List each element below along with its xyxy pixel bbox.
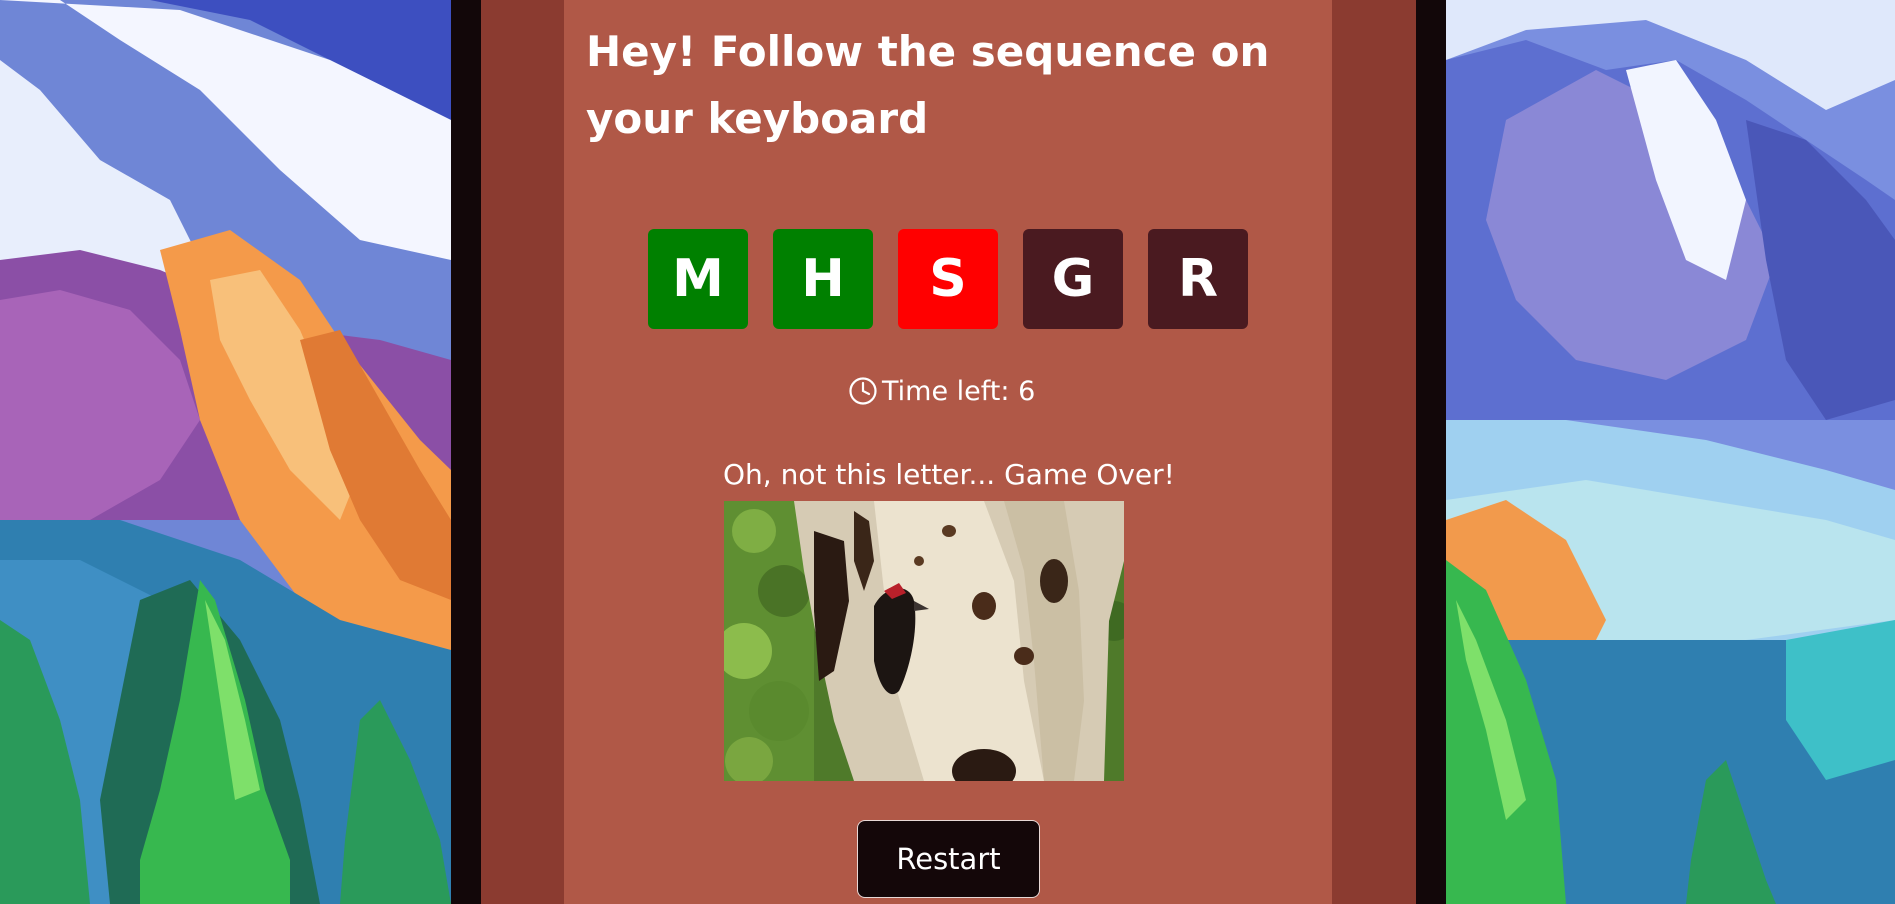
sequence-key-correct: H <box>773 229 873 329</box>
sequence-key-pending: R <box>1148 229 1248 329</box>
game-over-message: Oh, not this letter... Game Over! <box>723 458 1175 491</box>
timer: Time left: 6 <box>848 373 1035 409</box>
sequence-key-wrong: S <box>898 229 998 329</box>
woodpecker-image <box>724 501 1124 781</box>
background-landscape-right <box>1446 0 1895 904</box>
clock-icon <box>848 376 878 406</box>
sequence-key-pending: G <box>1023 229 1123 329</box>
sequence-key-correct: M <box>648 229 748 329</box>
restart-button[interactable]: Restart <box>857 820 1040 898</box>
timer-text: Time left: 6 <box>882 375 1036 407</box>
background-landscape-left <box>0 0 451 904</box>
page-title: Hey! Follow the sequence on your keyboar… <box>586 27 1270 143</box>
